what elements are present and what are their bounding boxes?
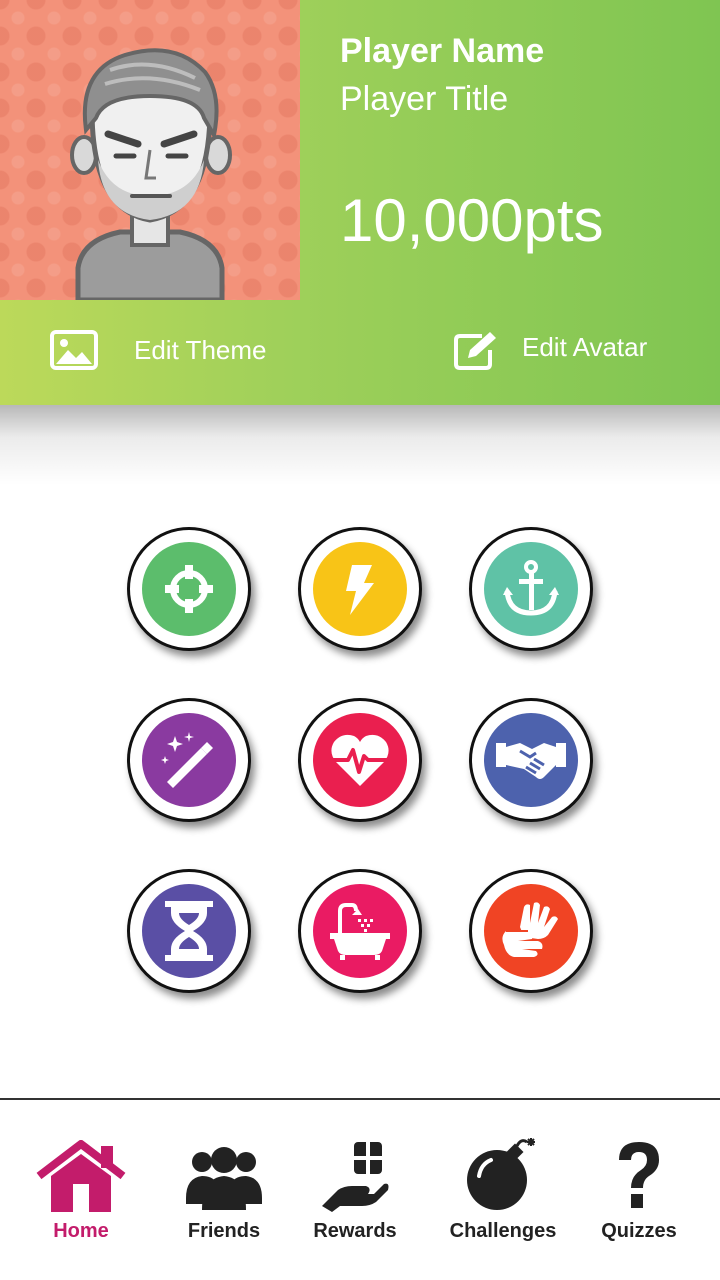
- edit-theme-button[interactable]: Edit Theme: [50, 322, 266, 378]
- avatar[interactable]: [0, 0, 300, 300]
- nav-home[interactable]: Home: [16, 1140, 146, 1250]
- player-title: Player Title: [340, 80, 509, 118]
- nav-divider: [0, 1098, 720, 1100]
- badge-crosshair[interactable]: [127, 527, 251, 651]
- bomb-icon: [467, 1138, 535, 1210]
- edit-avatar-button[interactable]: Edit Avatar: [452, 322, 647, 378]
- nav-friends[interactable]: Friends: [159, 1140, 289, 1250]
- home-icon: [36, 1140, 126, 1212]
- question-mark-icon: [619, 1142, 659, 1208]
- profile-header: Player Name Player Title 10,000pts Edit …: [0, 0, 720, 405]
- nav-home-label: Home: [53, 1220, 109, 1242]
- badge-sign-language[interactable]: [469, 869, 593, 993]
- gift-hand-icon: [322, 1142, 389, 1212]
- nav-quizzes-label: Quizzes: [601, 1220, 677, 1242]
- nav-quizzes[interactable]: Quizzes: [574, 1140, 704, 1250]
- hourglass-icon: [142, 884, 236, 978]
- sign-language-icon: [484, 884, 578, 978]
- lightning-icon: [313, 542, 407, 636]
- badge-handshake[interactable]: [469, 698, 593, 822]
- edit-icon: [454, 332, 496, 370]
- bathtub-icon: [313, 884, 407, 978]
- badge-heartbeat[interactable]: [298, 698, 422, 822]
- nav-rewards[interactable]: Rewards: [290, 1140, 420, 1250]
- player-name: Player Name: [340, 32, 545, 70]
- nav-friends-label: Friends: [187, 1220, 261, 1242]
- nav-challenges[interactable]: Challenges: [438, 1138, 568, 1250]
- image-icon: [50, 330, 98, 370]
- edit-theme-label: Edit Theme: [134, 334, 267, 365]
- player-points: 10,000pts: [340, 187, 604, 254]
- heartbeat-icon: [313, 713, 407, 807]
- anchor-icon: [484, 542, 578, 636]
- badge-lightning[interactable]: [298, 527, 422, 651]
- badge-magic-wand[interactable]: [127, 698, 251, 822]
- magic-wand-icon: [142, 713, 236, 807]
- badge-bathtub[interactable]: [298, 869, 422, 993]
- player-avatar-illustration: [70, 48, 232, 300]
- nav-challenges-label: Challenges: [449, 1220, 557, 1242]
- handshake-icon: [484, 713, 578, 807]
- header-shadow: [0, 405, 720, 485]
- nav-rewards-label: Rewards: [313, 1220, 397, 1242]
- crosshair-icon: [142, 542, 236, 636]
- friends-icon: [186, 1147, 262, 1210]
- edit-avatar-label: Edit Avatar: [522, 331, 648, 362]
- badge-anchor[interactable]: [469, 527, 593, 651]
- badge-hourglass[interactable]: [127, 869, 251, 993]
